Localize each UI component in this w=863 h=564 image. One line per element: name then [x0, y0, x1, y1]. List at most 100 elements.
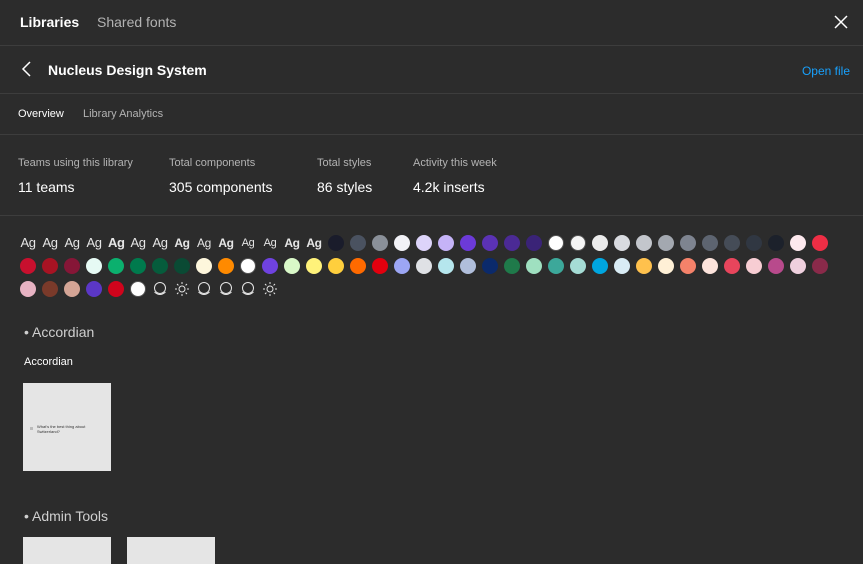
color-style-swatch[interactable]	[438, 258, 454, 274]
component-thumbnail[interactable]	[127, 537, 215, 564]
color-style-swatch[interactable]	[768, 258, 784, 274]
color-style-swatch[interactable]	[108, 281, 124, 297]
text-style-swatch[interactable]: Ag	[152, 235, 168, 251]
open-file-link[interactable]: Open file	[802, 64, 850, 78]
tab-shared-fonts[interactable]: Shared fonts	[97, 14, 176, 30]
color-style-swatch[interactable]	[526, 258, 542, 274]
close-icon	[834, 15, 848, 29]
text-style-swatch[interactable]: Ag	[306, 235, 322, 251]
color-style-swatch[interactable]	[680, 258, 696, 274]
color-style-swatch[interactable]	[460, 235, 476, 251]
tab-library-analytics[interactable]: Library Analytics	[83, 108, 163, 120]
component-thumbnail-accordian[interactable]: What's the best thing about Switzerland?	[23, 383, 111, 471]
effect-style-swatch[interactable]	[218, 281, 234, 297]
text-style-swatch[interactable]: Ag	[284, 235, 300, 251]
color-style-swatch[interactable]	[416, 235, 432, 251]
color-style-swatch[interactable]	[724, 235, 740, 251]
text-style-swatch[interactable]: Ag	[42, 235, 58, 251]
text-style-swatch[interactable]: Ag	[20, 235, 36, 251]
color-style-swatch[interactable]	[42, 281, 58, 297]
color-style-swatch[interactable]	[504, 235, 520, 251]
color-style-swatch[interactable]	[680, 235, 696, 251]
color-style-swatch[interactable]	[64, 281, 80, 297]
color-style-swatch[interactable]	[350, 258, 366, 274]
color-style-swatch[interactable]	[20, 281, 36, 297]
color-style-swatch[interactable]	[328, 235, 344, 251]
color-style-swatch[interactable]	[526, 235, 542, 251]
color-style-swatch[interactable]	[86, 281, 102, 297]
effect-style-swatch[interactable]	[174, 281, 190, 297]
color-style-swatch[interactable]	[218, 258, 234, 274]
color-style-swatch[interactable]	[372, 258, 388, 274]
color-style-swatch[interactable]	[482, 258, 498, 274]
color-style-swatch[interactable]	[812, 235, 828, 251]
color-style-swatch[interactable]	[812, 258, 828, 274]
color-style-swatch[interactable]	[284, 258, 300, 274]
color-style-swatch[interactable]	[394, 235, 410, 251]
tab-libraries[interactable]: Libraries	[20, 14, 79, 30]
color-style-swatch[interactable]	[130, 281, 146, 297]
color-style-swatch[interactable]	[636, 235, 652, 251]
color-style-swatch[interactable]	[768, 235, 784, 251]
color-style-swatch[interactable]	[372, 235, 388, 251]
color-style-swatch[interactable]	[746, 258, 762, 274]
color-style-swatch[interactable]	[438, 235, 454, 251]
color-style-swatch[interactable]	[592, 258, 608, 274]
color-style-swatch[interactable]	[306, 258, 322, 274]
color-style-swatch[interactable]	[394, 258, 410, 274]
color-style-swatch[interactable]	[614, 258, 630, 274]
color-style-swatch[interactable]	[152, 258, 168, 274]
close-button[interactable]	[831, 12, 851, 32]
text-style-swatch[interactable]: Ag	[196, 235, 212, 251]
color-style-swatch[interactable]	[196, 258, 212, 274]
color-style-swatch[interactable]	[262, 258, 278, 274]
drop-shadow-icon	[242, 282, 254, 295]
text-style-swatch[interactable]: Ag	[240, 235, 256, 251]
color-style-swatch[interactable]	[482, 235, 498, 251]
color-style-swatch[interactable]	[746, 235, 762, 251]
text-style-swatch[interactable]: Ag	[174, 235, 190, 251]
chevron-left-icon	[21, 61, 31, 77]
color-style-swatch[interactable]	[350, 235, 366, 251]
color-style-swatch[interactable]	[548, 235, 564, 251]
effect-style-swatch[interactable]	[262, 281, 278, 297]
color-style-swatch[interactable]	[702, 258, 718, 274]
color-style-swatch[interactable]	[570, 235, 586, 251]
color-style-swatch[interactable]	[790, 235, 806, 251]
color-style-swatch[interactable]	[724, 258, 740, 274]
color-style-swatch[interactable]	[548, 258, 564, 274]
color-style-swatch[interactable]	[328, 258, 344, 274]
text-style-swatch[interactable]: Ag	[130, 235, 146, 251]
styles-grid: Ag Ag Ag Ag Ag Ag Ag Ag Ag Ag Ag Ag Ag Ag	[20, 235, 840, 297]
color-style-swatch[interactable]	[460, 258, 476, 274]
color-style-swatch[interactable]	[614, 235, 630, 251]
effect-style-swatch[interactable]	[196, 281, 212, 297]
color-style-swatch[interactable]	[108, 258, 124, 274]
color-style-swatch[interactable]	[20, 258, 36, 274]
text-style-swatch[interactable]: Ag	[64, 235, 80, 251]
component-thumbnail[interactable]	[23, 537, 111, 564]
color-style-swatch[interactable]	[658, 235, 674, 251]
color-style-swatch[interactable]	[174, 258, 190, 274]
color-style-swatch[interactable]	[570, 258, 586, 274]
color-style-swatch[interactable]	[658, 258, 674, 274]
color-style-swatch[interactable]	[130, 258, 146, 274]
color-style-swatch[interactable]	[592, 235, 608, 251]
effect-style-swatch[interactable]	[240, 281, 256, 297]
color-style-swatch[interactable]	[64, 258, 80, 274]
tab-overview[interactable]: Overview	[18, 108, 64, 120]
color-style-swatch[interactable]	[702, 235, 718, 251]
text-style-swatch[interactable]: Ag	[218, 235, 234, 251]
color-style-swatch[interactable]	[790, 258, 806, 274]
color-style-swatch[interactable]	[240, 258, 256, 274]
back-button[interactable]	[18, 60, 36, 78]
text-style-swatch[interactable]: Ag	[86, 235, 102, 251]
color-style-swatch[interactable]	[42, 258, 58, 274]
text-style-swatch[interactable]: Ag	[262, 235, 278, 251]
color-style-swatch[interactable]	[416, 258, 432, 274]
color-style-swatch[interactable]	[636, 258, 652, 274]
color-style-swatch[interactable]	[86, 258, 102, 274]
color-style-swatch[interactable]	[504, 258, 520, 274]
text-style-swatch[interactable]: Ag	[108, 235, 125, 251]
effect-style-swatch[interactable]	[152, 281, 168, 297]
